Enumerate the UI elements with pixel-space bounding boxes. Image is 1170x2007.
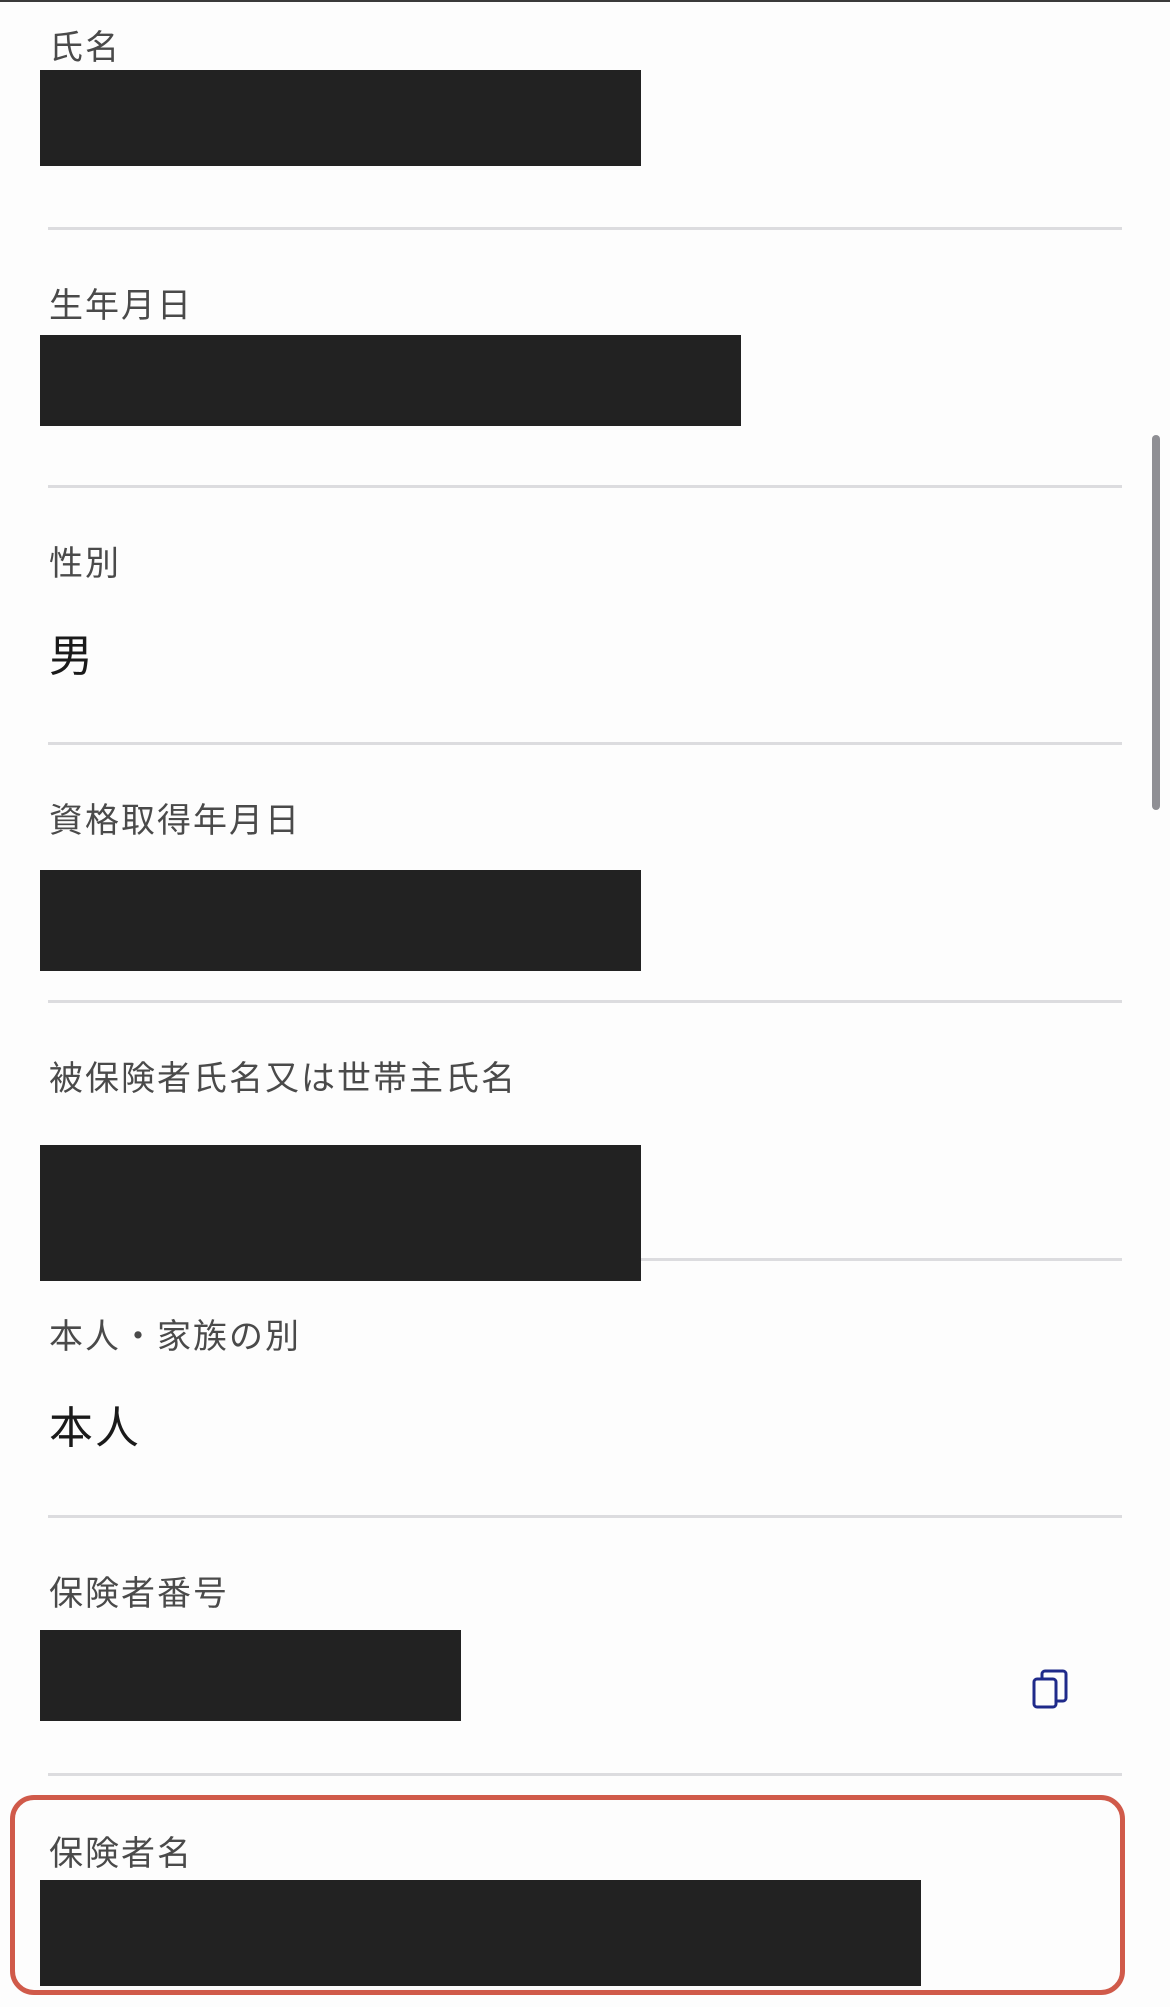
qualification-date-value-redacted: [40, 870, 641, 971]
insurer-name-value-redacted: [40, 1880, 921, 1986]
birthdate-label: 生年月日: [49, 286, 193, 326]
insurer-number-value-redacted: [40, 1630, 461, 1721]
divider: [48, 1000, 1122, 1003]
divider: [48, 742, 1122, 745]
insurer-number-label: 保険者番号: [49, 1574, 229, 1614]
name-label: 氏名: [49, 28, 121, 68]
sex-value: 男: [49, 631, 95, 682]
copy-icon: [1032, 1669, 1068, 1709]
insured-name-label: 被保険者氏名又は世帯主氏名: [49, 1059, 517, 1099]
divider: [48, 227, 1122, 230]
scrollbar[interactable]: [1152, 435, 1160, 810]
top-edge-line: [0, 0, 1170, 2]
relationship-value: 本人: [49, 1403, 141, 1454]
insurer-name-label: 保険者名: [49, 1834, 193, 1874]
sex-label: 性別: [49, 544, 121, 584]
name-value-redacted: [40, 70, 641, 166]
relationship-label: 本人・家族の別: [49, 1317, 301, 1357]
insured-name-value-redacted: [40, 1145, 641, 1281]
divider: [48, 1515, 1122, 1518]
copy-button[interactable]: [1030, 1667, 1070, 1711]
divider: [48, 485, 1122, 488]
qualification-date-label: 資格取得年月日: [49, 801, 301, 841]
birthdate-value-redacted: [40, 335, 741, 426]
divider: [48, 1773, 1122, 1776]
